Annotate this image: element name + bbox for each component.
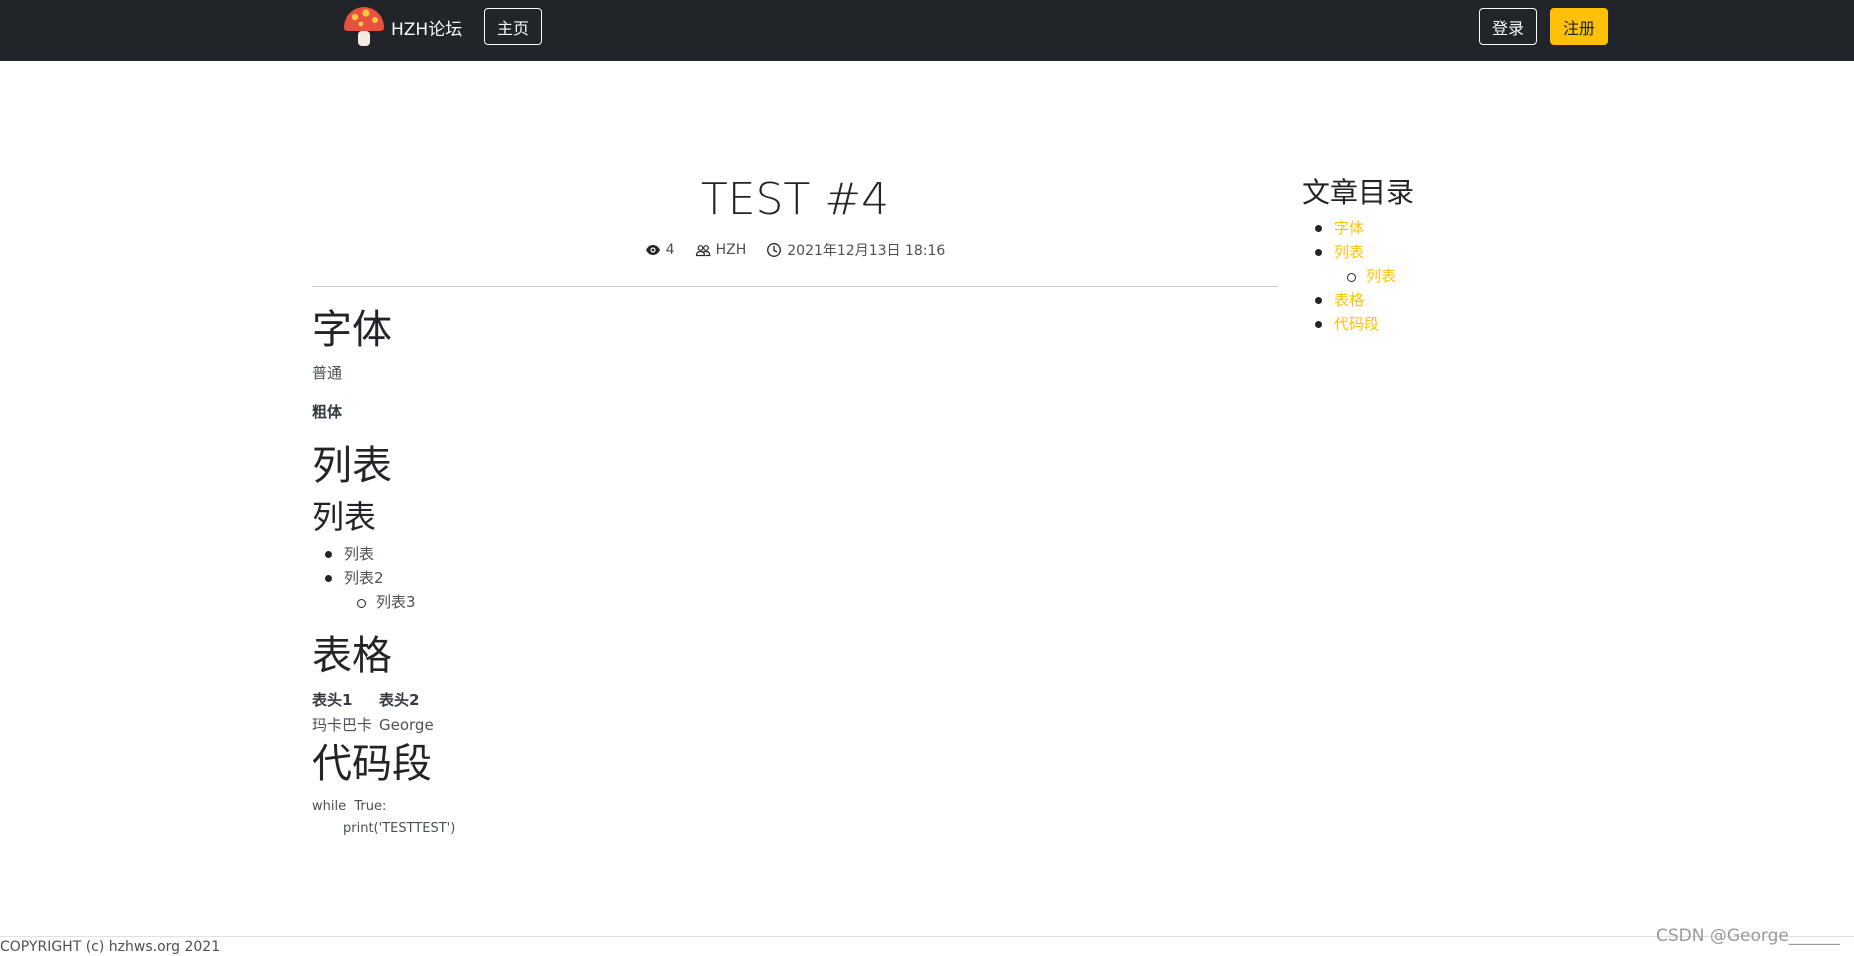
clock-icon — [767, 243, 782, 257]
login-button[interactable]: 登录 — [1479, 8, 1537, 45]
list-item: 列表 — [312, 542, 416, 566]
section-heading-table: 表格 — [312, 633, 392, 679]
eye-icon — [645, 245, 660, 255]
post-title: TEST #4 — [700, 174, 890, 225]
list-item: 列表2 — [312, 566, 416, 590]
section-heading-code: 代码段 — [312, 741, 432, 787]
mushroom-logo-icon — [344, 7, 384, 46]
toc-link-code[interactable]: 代码段 — [1302, 312, 1396, 336]
register-button[interactable]: 注册 — [1550, 8, 1608, 45]
post-meta: 4 HZH 2021年12月13日 18:16 — [312, 240, 1278, 260]
toc-list: 字体 列表 列表 表格 代码段 — [1302, 216, 1396, 336]
footer-divider — [0, 936, 1854, 937]
brand-text: HZH论坛 — [391, 19, 463, 40]
top-navbar: HZH论坛 主页 登录 注册 — [0, 0, 1854, 61]
section-heading-font: 字体 — [312, 307, 392, 353]
code-line: print('TESTTEST') — [343, 821, 456, 836]
views-meta: 4 — [645, 242, 675, 258]
people-icon — [695, 245, 710, 257]
footer-copyright: COPYRIGHT (c) hzhws.org 2021 — [0, 939, 221, 955]
date-meta: 2021年12月13日 18:16 — [766, 240, 945, 260]
code-block: while True: print('TESTTEST') — [312, 796, 455, 840]
post-date: 2021年12月13日 18:16 — [787, 243, 946, 259]
toc-link-font[interactable]: 字体 — [1302, 216, 1396, 240]
header-divider — [312, 286, 1278, 287]
table-cell: 玛卡巴卡 — [312, 716, 373, 734]
bold-text: 粗体 — [312, 403, 343, 421]
csdn-watermark: CSDN @George______ — [1656, 926, 1840, 946]
home-button[interactable]: 主页 — [484, 8, 542, 45]
nested-list-item: 列表3 — [312, 590, 416, 614]
table-header-cell: 表头2 — [379, 691, 420, 709]
author-meta: HZH — [695, 242, 747, 258]
table-cell: George — [379, 716, 434, 734]
section-heading-list: 列表 — [312, 443, 392, 489]
brand-link[interactable]: HZH论坛 — [341, 4, 462, 50]
normal-text: 普通 — [312, 364, 343, 382]
toc-link-list[interactable]: 列表 — [1302, 240, 1396, 264]
author-name: HZH — [715, 242, 747, 258]
toc-title: 文章目录 — [1302, 176, 1415, 209]
toc-link-table[interactable]: 表格 — [1302, 288, 1396, 312]
toc-link-list-sub[interactable]: 列表 — [1302, 264, 1396, 288]
subheading-list: 列表 — [312, 498, 377, 536]
table-header-cell: 表头1 — [312, 691, 353, 709]
content-list: 列表 列表2 列表3 — [312, 542, 416, 614]
views-count: 4 — [665, 242, 675, 258]
code-line: while True: — [312, 799, 387, 814]
